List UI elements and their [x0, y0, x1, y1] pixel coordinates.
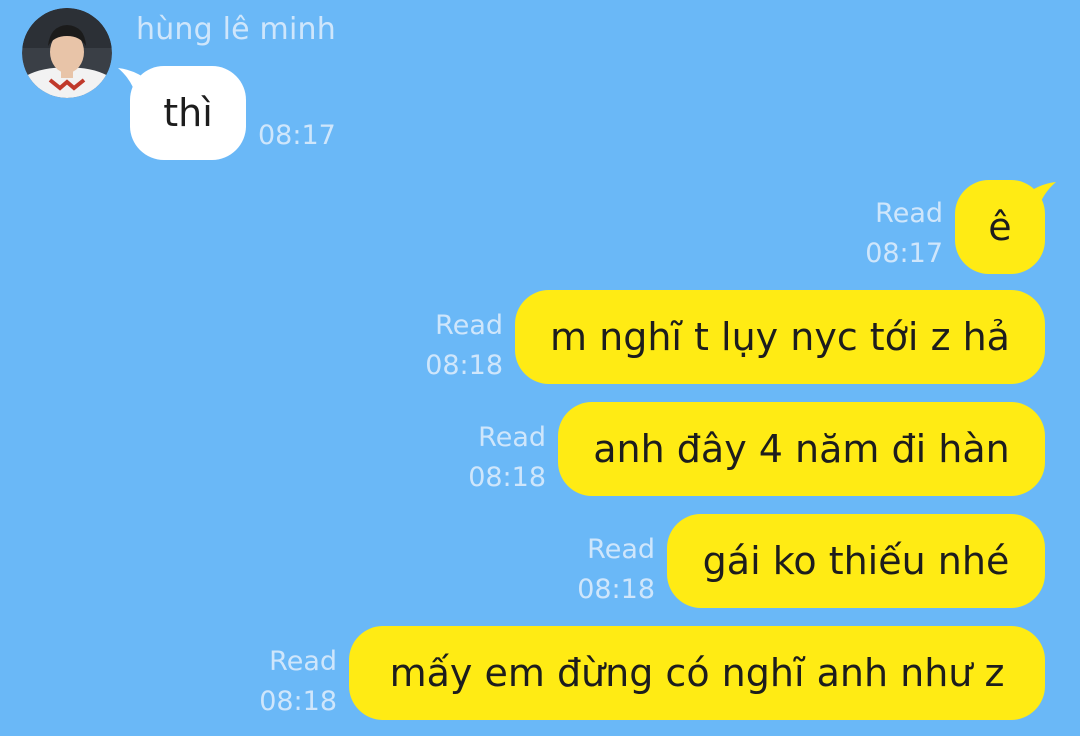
outgoing-message-bubble[interactable]: ê	[955, 180, 1045, 274]
sender-name: hùng lê minh	[136, 12, 336, 47]
outgoing-message-text: gái ko thiếu nhé	[702, 539, 1010, 583]
outgoing-message-bubble[interactable]: mấy em đừng có nghĩ anh như z	[349, 626, 1045, 720]
read-status: Read	[478, 422, 546, 453]
message-time: 08:17	[258, 120, 336, 151]
outgoing-message-bubble[interactable]: m nghĩ t lụy nyc tới z hả	[515, 290, 1045, 384]
user-avatar-icon	[22, 8, 112, 98]
read-status: Read	[435, 310, 503, 341]
outgoing-message-text: m nghĩ t lụy nyc tới z hả	[550, 315, 1010, 359]
outgoing-message-text: ê	[988, 205, 1012, 249]
outgoing-message-bubble[interactable]: anh đây 4 năm đi hàn	[558, 402, 1045, 496]
incoming-message-time: 08:17	[258, 116, 336, 156]
incoming-message-text: thì	[163, 91, 213, 135]
message-meta: Read 08:18	[577, 530, 655, 610]
read-status: Read	[269, 646, 337, 677]
message-time: 08:18	[259, 686, 337, 717]
message-meta: Read 08:18	[468, 418, 546, 498]
outgoing-message-bubble[interactable]: gái ko thiếu nhé	[667, 514, 1045, 608]
incoming-message-bubble[interactable]: thì	[130, 66, 246, 160]
read-status: Read	[587, 534, 655, 565]
message-meta: Read 08:18	[425, 306, 503, 386]
message-time: 08:17	[865, 238, 943, 269]
message-time: 08:18	[468, 462, 546, 493]
outgoing-message-text: mấy em đừng có nghĩ anh như z	[389, 651, 1005, 695]
message-time: 08:18	[577, 574, 655, 605]
chat-thread: hùng lê minh thì 08:17 ê Read 08:17 m ng…	[0, 0, 1080, 736]
message-time: 08:18	[425, 350, 503, 381]
outgoing-message-text: anh đây 4 năm đi hàn	[593, 427, 1010, 471]
message-meta: Read 08:18	[259, 642, 337, 722]
read-status: Read	[875, 198, 943, 229]
avatar[interactable]	[22, 8, 112, 98]
message-meta: Read 08:17	[865, 194, 943, 274]
